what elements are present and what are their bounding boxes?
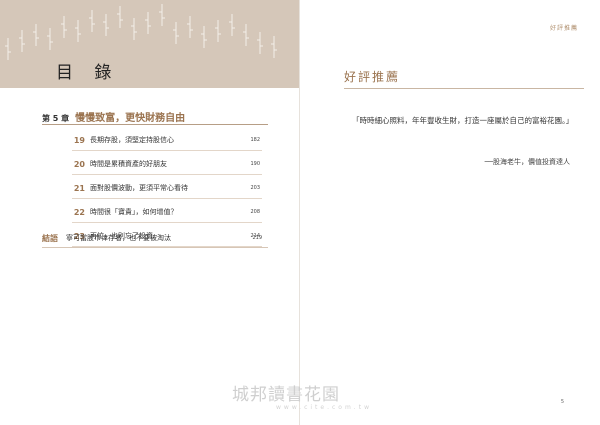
conclusion-label: 結語: [42, 233, 58, 243]
conclusion-divider: [42, 247, 268, 248]
right-page: 好評推薦 好評推薦 「時時細心照料，年年豐收生財，打造一座屬於自己的富裕花園。」…: [300, 0, 600, 425]
toc-entry-page: 182: [250, 137, 260, 143]
toc-entry-page: 203: [250, 185, 260, 191]
header-band: [0, 0, 300, 88]
book-spread: 目 錄 第 5 章 慢慢致富，更快財務自由 19 長期存股，須堅定持股信心 18…: [0, 0, 600, 425]
section-title: 好評推薦: [344, 70, 401, 84]
toc-entry-title: 時間很「寶貴」，如何增值？: [90, 208, 178, 216]
toc-entry-divider: [72, 198, 262, 199]
toc-entry-divider: [72, 150, 262, 151]
toc-entry-number: 20: [73, 159, 85, 169]
toc-entry[interactable]: 22 時間很「寶貴」，如何增值？ 208: [72, 200, 262, 224]
toc-entry-title: 面對股價波動，更須平常心看待: [90, 184, 188, 192]
endorsement-quote: 「時時細心照料，年年豐收生財，打造一座屬於自己的富裕花園。」: [352, 116, 574, 125]
toc-entry-divider: [72, 222, 262, 223]
toc-entry-title: 長期存股，須堅定持股信心: [90, 136, 174, 144]
conclusion-title: 寧可當股市倖存者，也不要被淘汰: [66, 234, 171, 242]
toc-entry-number: 21: [73, 183, 85, 193]
toc-entry[interactable]: 21 面對股價波動，更須平常心看待 203: [72, 176, 262, 200]
watermark-url: www.cite.com.tw: [276, 404, 372, 411]
toc-conclusion[interactable]: 結語 寧可當股市倖存者，也不要被淘汰 219: [42, 231, 262, 245]
chapter-label: 第 5 章: [42, 114, 70, 123]
toc-entry[interactable]: 20 時間是累積資產的好朋友 190: [72, 152, 262, 176]
toc-entry[interactable]: 19 長期存股，須堅定持股信心 182: [72, 128, 262, 152]
toc-entry-number: 19: [73, 135, 85, 145]
toc-entry-page: 208: [250, 209, 260, 215]
chapter-divider: [42, 124, 268, 125]
candlestick-decoration: [5, 4, 277, 60]
toc-list: 19 長期存股，須堅定持股信心 182 20 時間是累積資產的好朋友 190 2…: [72, 128, 262, 248]
chapter-heading: 第 5 章 慢慢致富，更快財務自由: [42, 109, 282, 124]
toc-title: 目 錄: [56, 63, 120, 83]
running-head: 好評推薦: [549, 25, 578, 32]
conclusion-page: 219: [252, 235, 262, 241]
toc-entry-title: 時間是累積資產的好朋友: [90, 160, 167, 168]
section-divider: [344, 88, 584, 89]
page-number: 5: [560, 399, 564, 405]
toc-entry-number: 22: [73, 207, 85, 217]
toc-entry-page: 190: [250, 161, 260, 167]
left-page: 目 錄 第 5 章 慢慢致富，更快財務自由 19 長期存股，須堅定持股信心 18…: [0, 0, 300, 425]
endorsement-attribution: ──股海老牛，價值投資達人: [484, 158, 570, 166]
watermark-logo: 城邦讀書花園: [232, 385, 340, 405]
chapter-title: 慢慢致富，更快財務自由: [75, 113, 186, 124]
toc-entry-divider: [72, 174, 262, 175]
